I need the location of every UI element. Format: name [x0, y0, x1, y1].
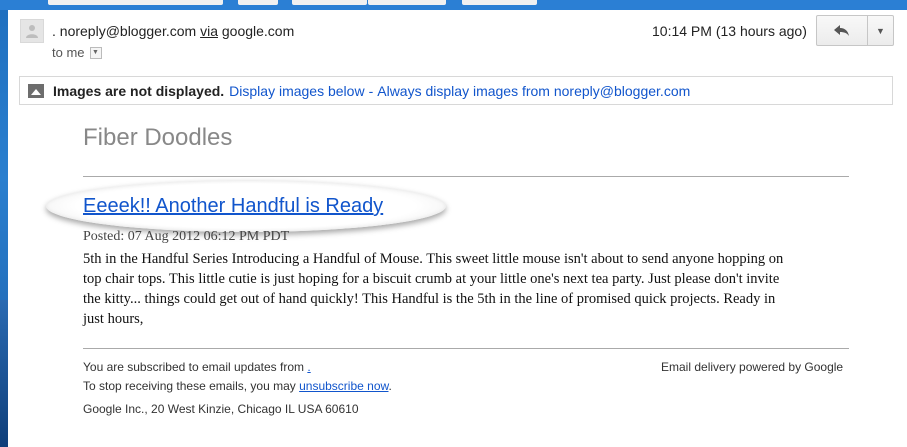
chevron-down-icon[interactable]: ▼: [89, 46, 102, 59]
reply-arrow-icon: [834, 24, 849, 36]
blog-link[interactable]: .: [307, 360, 310, 374]
excerpt-line: just hours,: [83, 311, 144, 327]
message-timestamp: 10:14 PM (13 hours ago): [652, 23, 807, 39]
background-top-strip: [0, 0, 907, 10]
company-address: Google Inc., 20 West Kinzie, Chicago IL …: [83, 402, 359, 416]
person-icon: [26, 25, 38, 38]
sender-avatar[interactable]: [20, 19, 44, 43]
excerpt-line: the kitty... things could get out of han…: [83, 291, 776, 307]
recipient-line: to me ▼: [52, 45, 102, 60]
sender-line: . noreply@blogger.com via google.com: [52, 23, 294, 39]
post-excerpt: 5th in the Handful Series Introducing a …: [83, 249, 853, 329]
post-date: Posted: 07 Aug 2012 06:12 PM PDT: [83, 229, 290, 244]
subscribed-text: You are subscribed to email updates from: [83, 360, 305, 374]
reply-button-group: ▼: [816, 15, 894, 46]
separator: -: [368, 82, 374, 99]
images-not-displayed-bar: Images are not displayed. Display images…: [19, 76, 893, 105]
excerpt-line: top chair tops. This little cutie is jus…: [83, 271, 780, 287]
subscription-notice: You are subscribed to email updates from…: [83, 360, 311, 374]
display-images-below-link[interactable]: Display images below: [229, 83, 364, 99]
image-icon: [28, 83, 44, 98]
blog-title: Fiber Doodles: [83, 124, 233, 151]
via-domain: google.com: [221, 23, 295, 39]
email-message-panel: . noreply@blogger.com via google.com to …: [8, 10, 907, 447]
divider: [83, 176, 849, 177]
reply-button[interactable]: [816, 15, 868, 46]
powered-by-google: Email delivery powered by Google: [661, 360, 844, 374]
always-display-images-link[interactable]: Always display images from noreply@blogg…: [377, 83, 690, 99]
more-options-button[interactable]: ▼: [868, 15, 894, 46]
sender-email[interactable]: noreply@blogger.com: [60, 23, 196, 39]
unsubscribe-notice: To stop receiving these emails, you may …: [83, 379, 392, 393]
chevron-down-icon: ▼: [876, 25, 885, 36]
footer-divider: [83, 348, 849, 349]
stop-text: To stop receiving these emails, you may: [83, 379, 296, 393]
to-me-label: to me: [52, 45, 85, 60]
period: .: [388, 379, 392, 393]
excerpt-line: 5th in the Handful Series Introducing a …: [83, 251, 784, 267]
via-label[interactable]: via: [200, 23, 218, 39]
sender-name[interactable]: .: [52, 23, 56, 39]
post-title-link[interactable]: Eeeek!! Another Handful is Ready: [83, 195, 383, 218]
unsubscribe-link[interactable]: unsubscribe now: [299, 379, 388, 393]
images-hidden-notice: Images are not displayed.: [53, 82, 225, 99]
